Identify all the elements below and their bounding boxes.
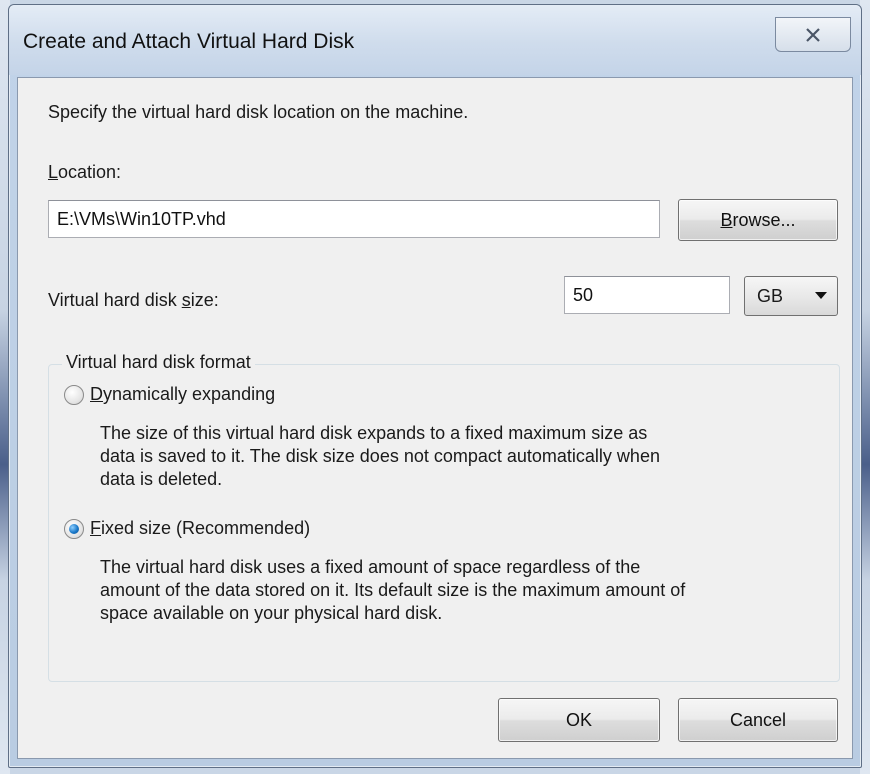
close-button[interactable] — [775, 17, 851, 52]
instruction-text: Specify the virtual hard disk location o… — [48, 102, 469, 122]
title-bar[interactable]: Create and Attach Virtual Hard Disk — [9, 5, 861, 75]
dynamic-description-line: data is deleted. — [100, 469, 223, 489]
dynamic-option[interactable]: Dynamically expanding — [64, 384, 275, 405]
ok-button[interactable]: OK — [498, 698, 660, 742]
dynamic-radio[interactable] — [64, 384, 84, 405]
size-unit-select[interactable]: GB — [744, 276, 838, 316]
close-icon — [804, 27, 822, 43]
chevron-down-icon — [815, 292, 827, 299]
dialog-window: Create and Attach Virtual Hard Disk Spec… — [8, 4, 862, 768]
fixed-description-line: The virtual hard disk uses a fixed amoun… — [100, 557, 641, 577]
size-unit-value: GB — [757, 285, 784, 306]
dynamic-description-line: data is saved to it. The disk size does … — [100, 446, 660, 466]
fixed-description-line: amount of the data stored on it. Its def… — [100, 580, 686, 600]
browse-button[interactable]: Browse... — [678, 199, 838, 241]
size-input[interactable]: 50 — [564, 276, 730, 314]
dynamic-description: The size of this virtual hard disk expan… — [100, 422, 840, 491]
size-label: Virtual hard disk size: — [48, 290, 219, 310]
fixed-description: The virtual hard disk uses a fixed amoun… — [100, 556, 840, 625]
location-input[interactable]: E:\VMs\Win10TP.vhd — [48, 200, 660, 238]
fixed-description-line: space available on your physical hard di… — [100, 603, 443, 623]
format-group-title: Virtual hard disk format — [62, 352, 255, 373]
location-label: Location: — [48, 162, 122, 182]
cancel-button[interactable]: Cancel — [678, 698, 838, 742]
window-title: Create and Attach Virtual Hard Disk — [23, 30, 355, 53]
fixed-radio[interactable] — [64, 518, 84, 539]
dialog-content: Specify the virtual hard disk location o… — [17, 77, 853, 759]
dynamic-description-line: The size of this virtual hard disk expan… — [100, 423, 648, 443]
fixed-label: Fixed size (Recommended) — [90, 518, 311, 538]
fixed-option[interactable]: Fixed size (Recommended) — [64, 518, 310, 539]
dynamic-label: Dynamically expanding — [90, 384, 276, 404]
